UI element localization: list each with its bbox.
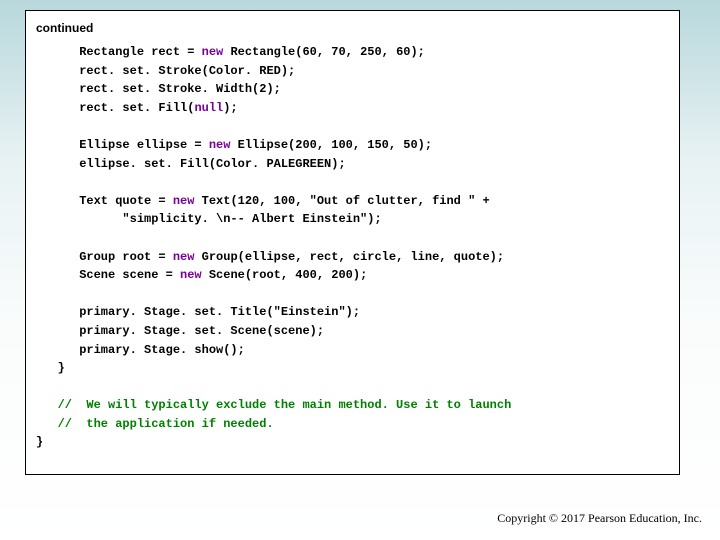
keyword-null: null	[194, 101, 223, 115]
code-line: Rectangle rect =	[36, 45, 202, 59]
code-line: Group(ellipse, rect, circle, line, quote…	[194, 250, 504, 264]
keyword-new: new	[180, 268, 202, 282]
code-line: Ellipse ellipse =	[36, 138, 209, 152]
keyword-new: new	[202, 45, 224, 59]
keyword-new: new	[173, 194, 195, 208]
code-line: rect. set. Stroke. Width(2);	[36, 82, 281, 96]
code-box: continued Rectangle rect = new Rectangle…	[25, 10, 680, 475]
comment-line: // We will typically exclude the main me…	[36, 398, 511, 412]
code-line: }	[36, 361, 65, 375]
keyword-new: new	[173, 250, 195, 264]
continued-label: continued	[36, 21, 93, 35]
code-line: Scene scene =	[36, 268, 180, 282]
code-block: Rectangle rect = new Rectangle(60, 70, 2…	[36, 43, 669, 452]
keyword-new: new	[209, 138, 231, 152]
code-line: Scene(root, 400, 200);	[202, 268, 368, 282]
copyright-text: Copyright © 2017 Pearson Education, Inc.	[497, 511, 702, 526]
code-line: primary. Stage. set. Title("Einstein");	[36, 305, 360, 319]
code-line: primary. Stage. show();	[36, 343, 245, 357]
code-line: "simplicity. \n-- Albert Einstein");	[36, 212, 382, 226]
code-line: );	[223, 101, 237, 115]
code-line: rect. set. Stroke(Color. RED);	[36, 64, 295, 78]
code-line: primary. Stage. set. Scene(scene);	[36, 324, 324, 338]
code-line: Text(120, 100, "Out of clutter, find " +	[194, 194, 489, 208]
code-line: ellipse. set. Fill(Color. PALEGREEN);	[36, 157, 346, 171]
code-line: Text quote =	[36, 194, 173, 208]
comment-line: // the application if needed.	[36, 417, 274, 431]
code-line: }	[36, 435, 43, 449]
code-line: Rectangle(60, 70, 250, 60);	[223, 45, 425, 59]
code-line: Ellipse(200, 100, 150, 50);	[230, 138, 432, 152]
code-line: rect. set. Fill(	[36, 101, 194, 115]
code-line: Group root =	[36, 250, 173, 264]
